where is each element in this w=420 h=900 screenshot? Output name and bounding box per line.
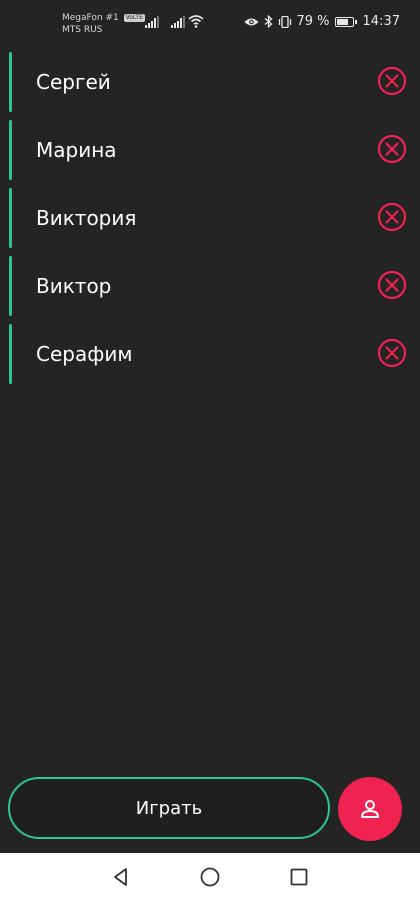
remove-player-icon[interactable] [377,66,407,96]
carrier-primary: MegaFon #1 [62,13,119,23]
remove-player-icon[interactable] [377,134,407,164]
player-row[interactable]: Сергей [0,48,420,116]
player-row[interactable]: Марина [0,116,420,184]
recent-apps-icon[interactable] [288,866,310,888]
player-row[interactable]: Виктория [0,184,420,252]
remove-player-icon[interactable] [377,338,407,368]
signal-icon [145,16,159,28]
player-row[interactable]: Серафим [0,320,420,388]
remove-player-icon[interactable] [377,202,407,232]
play-button[interactable]: Играть [8,777,330,839]
navigation-bar [0,853,420,900]
wifi-icon [188,15,204,28]
status-bar: MegaFon #1 VoLTE MTS RUS 79 % 14:37 [0,0,420,48]
player-accent-bar [9,324,12,384]
vibrate-icon [278,15,291,28]
clock: 14:37 [362,14,400,29]
player-accent-bar [9,120,12,180]
signal-icon [171,16,185,28]
player-accent-bar [9,52,12,112]
player-accent-bar [9,188,12,248]
system-indicators: 79 % 14:37 [244,14,400,29]
player-name: Виктория [36,206,137,230]
bluetooth-icon [264,15,272,28]
carrier-secondary: MTS RUS [62,25,103,35]
person-icon [361,800,379,818]
app-screen: MegaFon #1 VoLTE MTS RUS 79 % 14:37 Серг… [0,0,420,900]
battery-percent: 79 % [296,14,330,29]
carrier-info: MegaFon #1 VoLTE MTS RUS [62,12,145,36]
home-icon[interactable] [199,866,221,888]
player-list: Сергей Марина Виктория Виктор Серафим [0,48,420,388]
player-name: Марина [36,138,117,162]
add-player-button[interactable] [338,777,402,841]
eye-icon [244,18,258,25]
player-name: Виктор [36,274,112,298]
remove-player-icon[interactable] [377,270,407,300]
player-row[interactable]: Виктор [0,252,420,320]
play-button-label: Играть [135,797,203,819]
battery-icon [334,16,357,27]
player-name: Серафим [36,342,133,366]
player-accent-bar [9,256,12,316]
back-icon[interactable] [110,866,132,888]
volte-badge: VoLTE [123,14,145,22]
player-name: Сергей [36,70,111,94]
